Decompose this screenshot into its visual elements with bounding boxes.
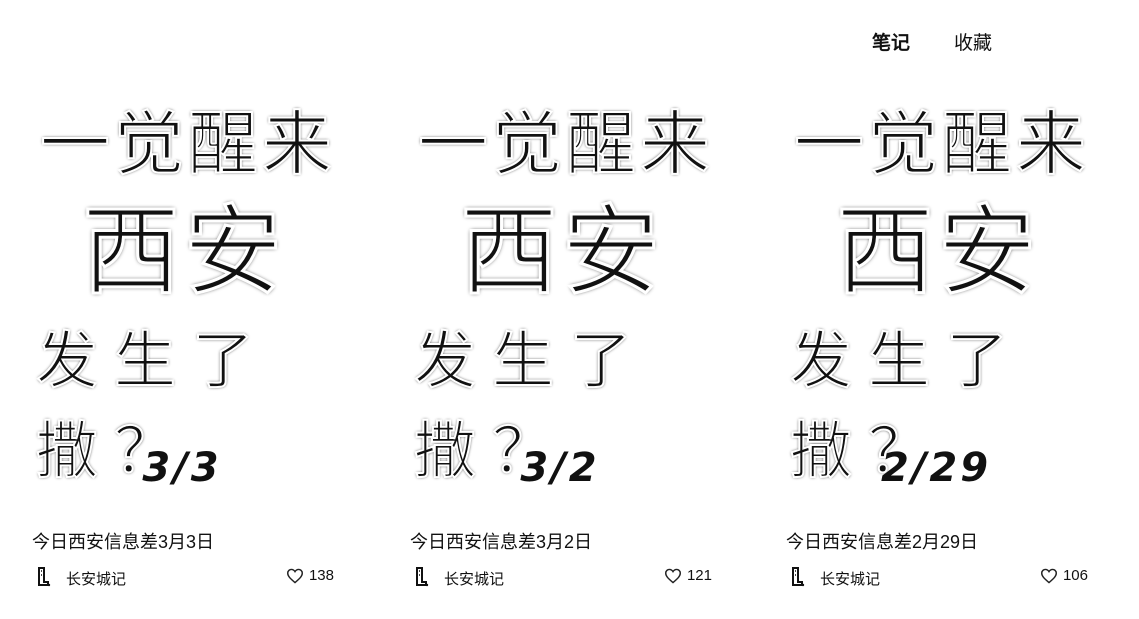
cover-date: 2/29 bbox=[880, 445, 992, 491]
note-meta: 长安城记 121 bbox=[412, 566, 712, 588]
note-cover[interactable]: 一觉醒来 西安 发生了撒？ 3/3 bbox=[32, 78, 352, 498]
note-meta: 长安城记 138 bbox=[34, 566, 334, 588]
note-cover[interactable]: 一觉醒来 西安 发生了撒？ 3/2 bbox=[410, 78, 730, 498]
like-count: 106 bbox=[1062, 567, 1088, 584]
heart-icon bbox=[286, 568, 303, 584]
cover-line2: 西安 bbox=[834, 194, 1041, 311]
note-title[interactable]: 今日西安信息差2月29日 bbox=[786, 528, 978, 554]
avatar-icon[interactable] bbox=[412, 566, 430, 588]
cover-line2: 西安 bbox=[80, 194, 287, 311]
note-cover[interactable]: 一觉醒来 西安 发生了撒？ 2/29 bbox=[786, 78, 1106, 498]
tab-notes[interactable]: 笔记 bbox=[872, 28, 910, 55]
author-name[interactable]: 长安城记 bbox=[820, 568, 880, 589]
note-meta: 长安城记 106 bbox=[788, 566, 1088, 588]
note-card[interactable]: 一觉醒来 西安 发生了撒？ 2/29 今日西安信息差2月29日 长安城记 106 bbox=[786, 78, 1106, 608]
avatar-icon[interactable] bbox=[34, 566, 52, 588]
cover-date: 3/3 bbox=[142, 445, 222, 491]
heart-icon bbox=[1040, 568, 1057, 584]
avatar-icon[interactable] bbox=[788, 566, 806, 588]
heart-icon bbox=[664, 568, 681, 584]
like-button[interactable]: 138 bbox=[286, 567, 334, 584]
note-card[interactable]: 一觉醒来 西安 发生了撒？ 3/3 今日西安信息差3月3日 长安城记 138 bbox=[32, 78, 352, 608]
note-title[interactable]: 今日西安信息差3月3日 bbox=[32, 528, 214, 554]
cover-line2: 西安 bbox=[458, 194, 665, 311]
like-button[interactable]: 121 bbox=[664, 567, 712, 584]
author-name[interactable]: 长安城记 bbox=[66, 568, 126, 589]
like-count: 121 bbox=[686, 567, 712, 584]
cover-date: 3/2 bbox=[520, 445, 600, 491]
author-name[interactable]: 长安城记 bbox=[444, 568, 504, 589]
profile-tabs: 笔记 收藏 bbox=[872, 28, 992, 55]
tab-favorites[interactable]: 收藏 bbox=[954, 28, 992, 55]
like-count: 138 bbox=[308, 567, 334, 584]
like-button[interactable]: 106 bbox=[1040, 567, 1088, 584]
note-card[interactable]: 一觉醒来 西安 发生了撒？ 3/2 今日西安信息差3月2日 长安城记 121 bbox=[410, 78, 730, 608]
note-title[interactable]: 今日西安信息差3月2日 bbox=[410, 528, 592, 554]
